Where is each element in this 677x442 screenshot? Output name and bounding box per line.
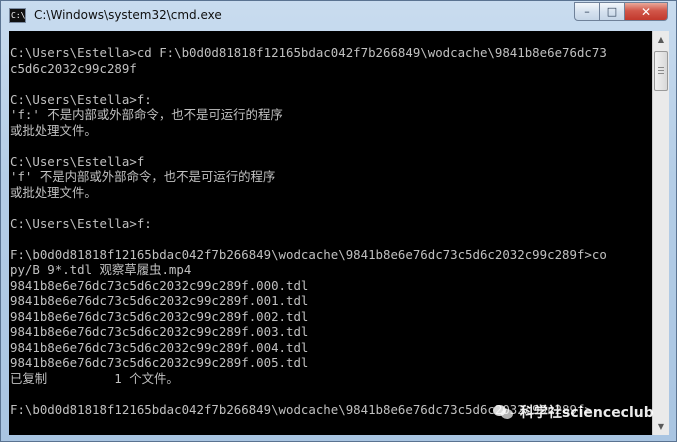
cmd-window: C:\ C:\Windows\system32\cmd.exe – □ ✕ C:…	[0, 0, 677, 442]
close-button[interactable]: ✕	[625, 2, 668, 21]
scroll-down-arrow-icon[interactable]: ▼	[653, 418, 669, 435]
console-line: C:\Users\Estella>cd F:\b0d0d81818f12165b…	[10, 45, 607, 60]
scroll-up-arrow-icon[interactable]: ▲	[653, 31, 669, 48]
console-line: 或批处理文件。	[10, 122, 97, 138]
caption-buttons: – □ ✕	[574, 2, 668, 21]
console-line: py/B 9*.tdl 观察草履虫.mp4	[10, 262, 192, 277]
console-line: 9841b8e6e76dc73c5d6c2032c99c289f.003.tdl	[10, 324, 309, 339]
console-line: 9841b8e6e76dc73c5d6c2032c99c289f.000.tdl	[10, 277, 309, 293]
console-line: 9841b8e6e76dc73c5d6c2032c99c289f.005.tdl	[10, 355, 309, 370]
thumb-grip-icon	[658, 67, 664, 74]
console-line: c5d6c2032c99c289f	[10, 60, 137, 76]
console-line: 已复制 1 个文件。	[10, 370, 179, 386]
console-output[interactable]: C:\Users\Estella>cd F:\b0d0d81818f12165b…	[9, 31, 652, 435]
console-text: C:\Users\Estella>cd F:\b0d0d81818f12165b…	[10, 45, 652, 417]
console-line: C:\Users\Estella>f	[10, 153, 145, 169]
cmd-app-icon[interactable]: C:\	[9, 8, 26, 23]
watermark: 科学社scienceclub	[493, 401, 654, 423]
watermark-text: 科学社scienceclub	[520, 405, 654, 421]
minimize-button[interactable]: –	[574, 2, 600, 21]
maximize-button[interactable]: □	[600, 2, 625, 21]
wechat-bubble-icon	[493, 403, 515, 421]
console-line: 9841b8e6e76dc73c5d6c2032c99c289f.004.tdl	[10, 339, 309, 355]
console-line: 'f' 不是内部或外部命令，也不是可运行的程序	[10, 169, 276, 184]
console-line: F:\b0d0d81818f12165bdac042f7b266849\wodc…	[10, 246, 607, 262]
console-line: 'f:' 不是内部或外部命令，也不是可运行的程序	[10, 107, 283, 122]
console-line: C:\Users\Estella>f:	[10, 215, 152, 231]
console-line: 9841b8e6e76dc73c5d6c2032c99c289f.002.tdl	[10, 308, 309, 324]
title-bar[interactable]: C:\ C:\Windows\system32\cmd.exe – □ ✕	[1, 1, 676, 31]
console-line: 或批处理文件。	[10, 184, 97, 200]
console-line: C:\Users\Estella>f:	[10, 91, 152, 107]
vertical-scrollbar[interactable]: ▲ ▼	[652, 31, 669, 435]
window-title: C:\Windows\system32\cmd.exe	[34, 8, 222, 22]
scroll-thumb[interactable]	[654, 51, 668, 91]
console-line: 9841b8e6e76dc73c5d6c2032c99c289f.001.tdl	[10, 293, 309, 308]
